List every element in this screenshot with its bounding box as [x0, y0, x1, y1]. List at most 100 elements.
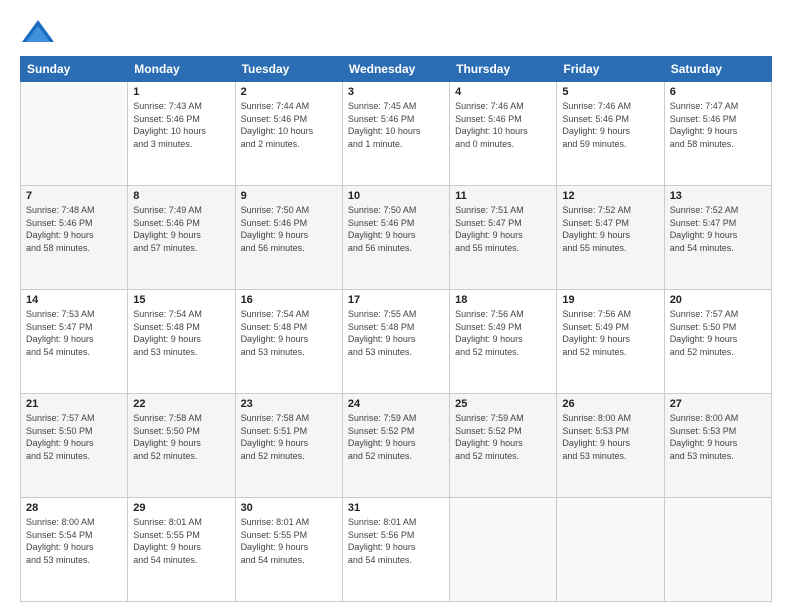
calendar-week-row: 14 Sunrise: 7:53 AM Sunset: 5:47 PM Dayli… [21, 290, 772, 394]
day-info: Sunrise: 8:00 AM Sunset: 5:53 PM Dayligh… [562, 412, 658, 462]
day-number: 7 [26, 190, 122, 202]
day-info: Sunrise: 7:58 AM Sunset: 5:50 PM Dayligh… [133, 412, 229, 462]
calendar-cell: 23 Sunrise: 7:58 AM Sunset: 5:51 PM Dayli… [235, 394, 342, 498]
calendar-cell: 8 Sunrise: 7:49 AM Sunset: 5:46 PM Daylig… [128, 186, 235, 290]
header [20, 18, 772, 46]
col-header-sunday: Sunday [21, 57, 128, 82]
calendar-cell: 2 Sunrise: 7:44 AM Sunset: 5:46 PM Daylig… [235, 82, 342, 186]
day-number: 4 [455, 86, 551, 98]
calendar-cell: 14 Sunrise: 7:53 AM Sunset: 5:47 PM Dayli… [21, 290, 128, 394]
day-number: 28 [26, 502, 122, 514]
day-number: 2 [241, 86, 337, 98]
day-info: Sunrise: 7:59 AM Sunset: 5:52 PM Dayligh… [455, 412, 551, 462]
calendar-cell: 20 Sunrise: 7:57 AM Sunset: 5:50 PM Dayli… [664, 290, 771, 394]
day-number: 17 [348, 294, 444, 306]
day-info: Sunrise: 7:49 AM Sunset: 5:46 PM Dayligh… [133, 204, 229, 254]
day-number: 15 [133, 294, 229, 306]
day-info: Sunrise: 7:46 AM Sunset: 5:46 PM Dayligh… [455, 100, 551, 150]
day-info: Sunrise: 8:01 AM Sunset: 5:56 PM Dayligh… [348, 516, 444, 566]
day-info: Sunrise: 7:55 AM Sunset: 5:48 PM Dayligh… [348, 308, 444, 358]
calendar-cell: 6Sunrise: 7:47 AM Sunset: 5:46 PM Daylig… [664, 82, 771, 186]
calendar-cell: 19 Sunrise: 7:56 AM Sunset: 5:49 PM Dayli… [557, 290, 664, 394]
calendar-cell: 17 Sunrise: 7:55 AM Sunset: 5:48 PM Dayli… [342, 290, 449, 394]
day-number: 16 [241, 294, 337, 306]
calendar-table: SundayMondayTuesdayWednesdayThursdayFrid… [20, 56, 772, 602]
col-header-monday: Monday [128, 57, 235, 82]
calendar-cell: 9 Sunrise: 7:50 AM Sunset: 5:46 PM Daylig… [235, 186, 342, 290]
day-info: Sunrise: 7:50 AM Sunset: 5:46 PM Dayligh… [348, 204, 444, 254]
logo [20, 18, 60, 46]
calendar-cell [557, 498, 664, 602]
day-number: 31 [348, 502, 444, 514]
day-number: 24 [348, 398, 444, 410]
calendar-week-row: 21 Sunrise: 7:57 AM Sunset: 5:50 PM Dayli… [21, 394, 772, 498]
day-number: 26 [562, 398, 658, 410]
day-number: 11 [455, 190, 551, 202]
day-info: Sunrise: 7:54 AM Sunset: 5:48 PM Dayligh… [241, 308, 337, 358]
calendar-cell: 18 Sunrise: 7:56 AM Sunset: 5:49 PM Dayli… [450, 290, 557, 394]
day-info: Sunrise: 7:54 AM Sunset: 5:48 PM Dayligh… [133, 308, 229, 358]
day-info: Sunrise: 7:56 AM Sunset: 5:49 PM Dayligh… [455, 308, 551, 358]
col-header-thursday: Thursday [450, 57, 557, 82]
day-info: Sunrise: 7:48 AM Sunset: 5:46 PM Dayligh… [26, 204, 122, 254]
day-number: 12 [562, 190, 658, 202]
calendar-cell: 15 Sunrise: 7:54 AM Sunset: 5:48 PM Dayli… [128, 290, 235, 394]
calendar-cell: 27 Sunrise: 8:00 AM Sunset: 5:53 PM Dayli… [664, 394, 771, 498]
logo-icon [20, 18, 56, 46]
calendar-cell: 10 Sunrise: 7:50 AM Sunset: 5:46 PM Dayli… [342, 186, 449, 290]
calendar-cell: 11 Sunrise: 7:51 AM Sunset: 5:47 PM Dayli… [450, 186, 557, 290]
calendar-cell: 29Sunrise: 8:01 AM Sunset: 5:55 PM Dayli… [128, 498, 235, 602]
calendar-cell [664, 498, 771, 602]
col-header-tuesday: Tuesday [235, 57, 342, 82]
calendar-cell [450, 498, 557, 602]
day-info: Sunrise: 7:56 AM Sunset: 5:49 PM Dayligh… [562, 308, 658, 358]
day-number: 29 [133, 502, 229, 514]
calendar-cell: 1Sunrise: 7:43 AM Sunset: 5:46 PM Daylig… [128, 82, 235, 186]
day-info: Sunrise: 7:52 AM Sunset: 5:47 PM Dayligh… [562, 204, 658, 254]
calendar-cell: 12 Sunrise: 7:52 AM Sunset: 5:47 PM Dayli… [557, 186, 664, 290]
day-info: Sunrise: 8:00 AM Sunset: 5:53 PM Dayligh… [670, 412, 766, 462]
calendar-cell: 26 Sunrise: 8:00 AM Sunset: 5:53 PM Dayli… [557, 394, 664, 498]
day-info: Sunrise: 7:47 AM Sunset: 5:46 PM Dayligh… [670, 100, 766, 150]
day-info: Sunrise: 7:58 AM Sunset: 5:51 PM Dayligh… [241, 412, 337, 462]
calendar-header-row: SundayMondayTuesdayWednesdayThursdayFrid… [21, 57, 772, 82]
day-number: 30 [241, 502, 337, 514]
day-number: 9 [241, 190, 337, 202]
calendar-cell: 30 Sunrise: 8:01 AM Sunset: 5:55 PM Dayli… [235, 498, 342, 602]
page: SundayMondayTuesdayWednesdayThursdayFrid… [0, 0, 792, 612]
day-number: 22 [133, 398, 229, 410]
day-info: Sunrise: 8:01 AM Sunset: 5:55 PM Dayligh… [241, 516, 337, 566]
calendar-week-row: 1Sunrise: 7:43 AM Sunset: 5:46 PM Daylig… [21, 82, 772, 186]
day-number: 18 [455, 294, 551, 306]
day-info: Sunrise: 8:00 AM Sunset: 5:54 PM Dayligh… [26, 516, 122, 566]
day-info: Sunrise: 7:59 AM Sunset: 5:52 PM Dayligh… [348, 412, 444, 462]
day-info: Sunrise: 7:50 AM Sunset: 5:46 PM Dayligh… [241, 204, 337, 254]
day-number: 23 [241, 398, 337, 410]
day-number: 19 [562, 294, 658, 306]
day-number: 27 [670, 398, 766, 410]
day-info: Sunrise: 7:43 AM Sunset: 5:46 PM Dayligh… [133, 100, 229, 150]
day-number: 20 [670, 294, 766, 306]
calendar-week-row: 7 Sunrise: 7:48 AM Sunset: 5:46 PM Daylig… [21, 186, 772, 290]
day-number: 10 [348, 190, 444, 202]
calendar-cell: 16 Sunrise: 7:54 AM Sunset: 5:48 PM Dayli… [235, 290, 342, 394]
day-info: Sunrise: 7:57 AM Sunset: 5:50 PM Dayligh… [26, 412, 122, 462]
calendar-cell: 31 Sunrise: 8:01 AM Sunset: 5:56 PM Dayli… [342, 498, 449, 602]
col-header-wednesday: Wednesday [342, 57, 449, 82]
calendar-cell: 13Sunrise: 7:52 AM Sunset: 5:47 PM Dayli… [664, 186, 771, 290]
calendar-cell: 3Sunrise: 7:45 AM Sunset: 5:46 PM Daylig… [342, 82, 449, 186]
day-info: Sunrise: 7:51 AM Sunset: 5:47 PM Dayligh… [455, 204, 551, 254]
day-info: Sunrise: 7:53 AM Sunset: 5:47 PM Dayligh… [26, 308, 122, 358]
day-number: 8 [133, 190, 229, 202]
calendar-cell: 28 Sunrise: 8:00 AM Sunset: 5:54 PM Dayli… [21, 498, 128, 602]
day-number: 14 [26, 294, 122, 306]
day-info: Sunrise: 7:46 AM Sunset: 5:46 PM Dayligh… [562, 100, 658, 150]
calendar-cell: 22 Sunrise: 7:58 AM Sunset: 5:50 PM Dayli… [128, 394, 235, 498]
day-info: Sunrise: 7:57 AM Sunset: 5:50 PM Dayligh… [670, 308, 766, 358]
day-number: 25 [455, 398, 551, 410]
calendar-cell: 24 Sunrise: 7:59 AM Sunset: 5:52 PM Dayli… [342, 394, 449, 498]
calendar-cell: 21 Sunrise: 7:57 AM Sunset: 5:50 PM Dayli… [21, 394, 128, 498]
day-number: 21 [26, 398, 122, 410]
calendar-cell: 4 Sunrise: 7:46 AM Sunset: 5:46 PM Daylig… [450, 82, 557, 186]
day-info: Sunrise: 7:44 AM Sunset: 5:46 PM Dayligh… [241, 100, 337, 150]
